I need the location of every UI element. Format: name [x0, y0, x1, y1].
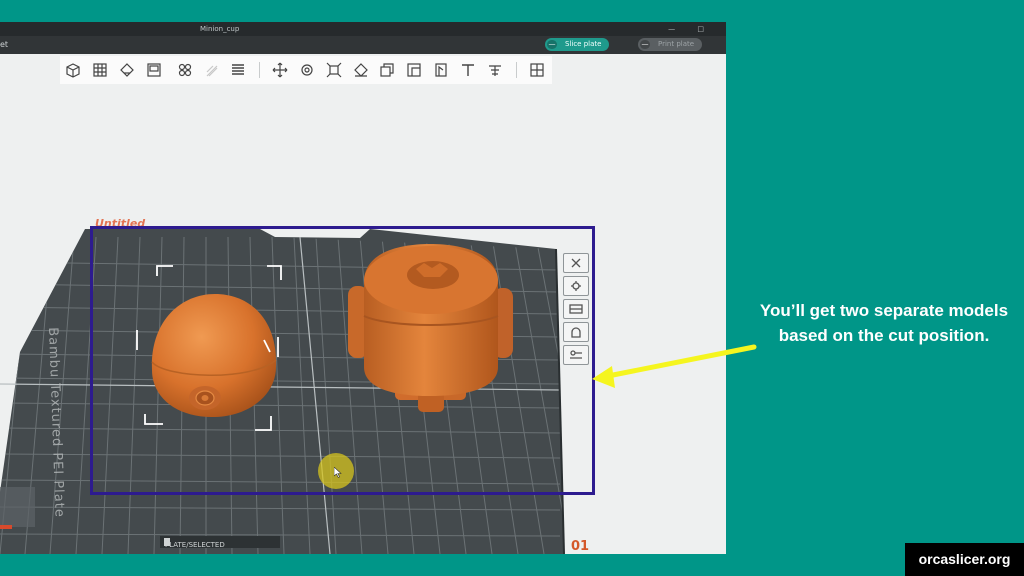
annotation-caption: You’ll get two separate models based on … — [759, 301, 1009, 345]
annotation-arrow — [592, 344, 757, 388]
site-watermark: orcaslicer.org — [905, 543, 1024, 576]
